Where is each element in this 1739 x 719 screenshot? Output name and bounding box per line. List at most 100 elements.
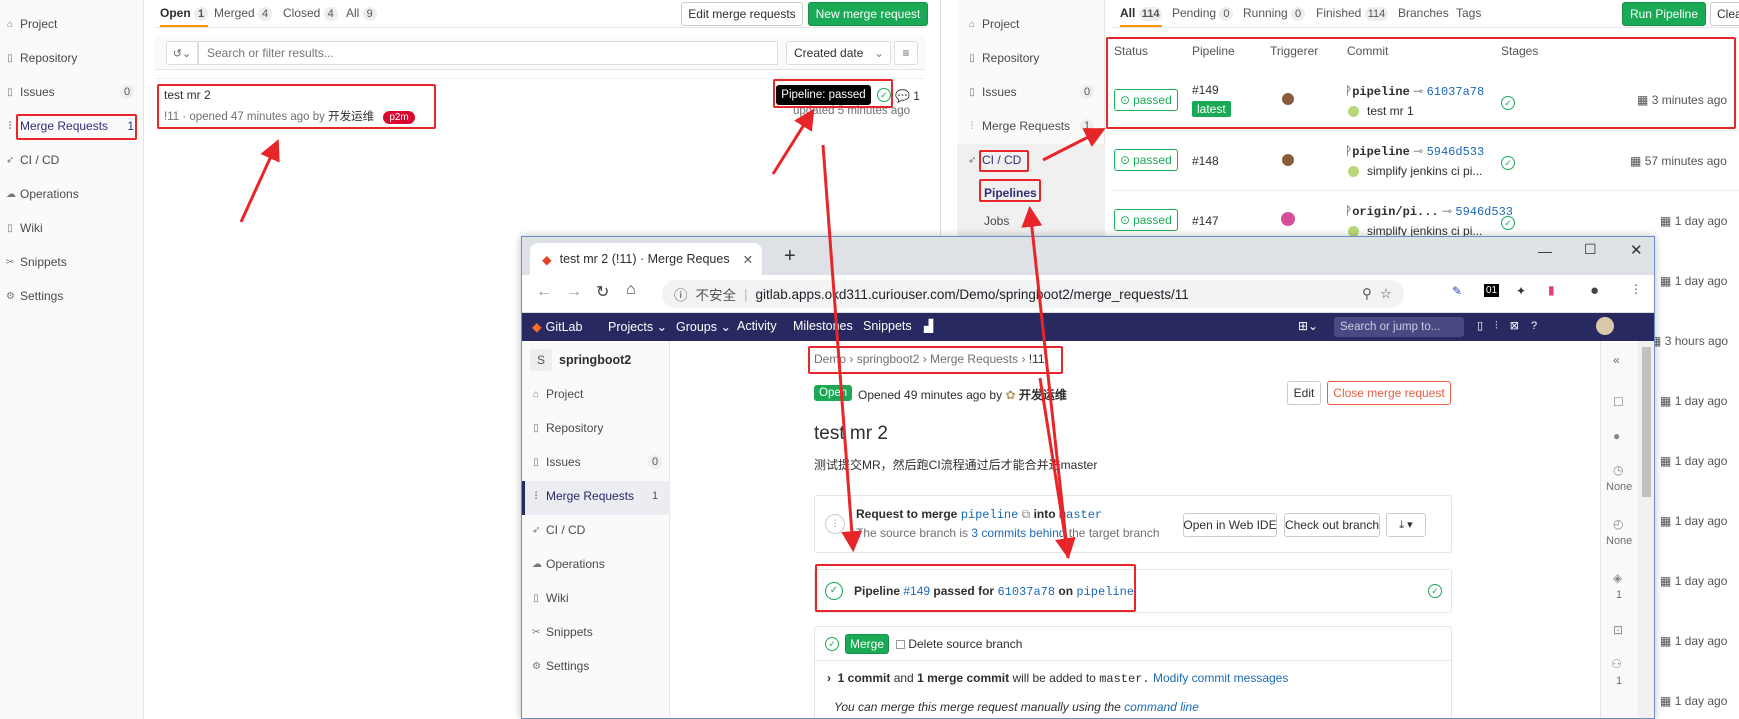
home-icon[interactable]: ⌂ [626,281,636,299]
tab-finished[interactable]: Finished 114 [1316,6,1389,21]
pipeline-id[interactable]: #147 [1192,214,1219,228]
browser-sidebar-item-merge-requests[interactable]: ⫶ Merge Requests 1 [532,489,662,503]
label-badge[interactable]: p2m [383,111,415,124]
status-badge[interactable]: ⊙ passed [1114,209,1178,231]
pipeline-status-icon[interactable]: ✓ [825,582,843,600]
status-badge[interactable]: ⊙ passed [1114,149,1178,171]
commit-ref[interactable]: ᚹpipeline ⊸ 5946d533 [1345,144,1484,159]
left-sidebar-item-project[interactable]: ⌂ Project [6,17,57,31]
left-sidebar-item-operations[interactable]: ☁ Operations [6,187,79,201]
left-sidebar-item-merge-requests[interactable]: ⫶ Merge Requests 1 [6,119,134,133]
left-sidebar-item-wiki[interactable]: ▯ Wiki [6,221,42,235]
sort-direction-button[interactable]: ≡ [894,41,918,65]
zoom-icon[interactable]: ⚲ [1362,286,1372,302]
edit-button[interactable]: Edit [1287,381,1321,405]
close-merge-request-button[interactable]: Close merge request [1327,381,1451,405]
left-sidebar-item-issues[interactable]: ▯ Issues 0 [6,85,134,99]
mr-title[interactable]: test mr 2 [164,88,211,102]
tab-merged[interactable]: Merged 4 [214,6,273,21]
search-box[interactable]: Search or jump to... [1334,317,1464,337]
new-tab-button[interactable]: + [784,245,796,268]
tab-all-pipelines[interactable]: All 114 [1120,6,1163,27]
address-bar[interactable]: ⓘ 不安全 | gitlab.apps.okd311.curiouser.com… [662,280,1404,308]
assignee-icon[interactable]: ● [1613,429,1620,443]
extension-pen-icon[interactable]: ✎ [1452,284,1462,298]
back-icon[interactable]: ← [536,283,552,301]
download-dropdown[interactable]: ⤓ ▾ [1386,513,1426,537]
lock-icon[interactable]: ⊡ [1613,623,1623,637]
run-pipeline-button[interactable]: Run Pipeline [1622,2,1706,26]
reload-icon[interactable]: ↻ [596,282,609,302]
label-icon[interactable]: ◈ [1613,571,1622,585]
tab-pending[interactable]: Pending 0 [1172,6,1234,21]
todo-icon[interactable]: ☐ [1613,395,1624,409]
extension-01-icon[interactable]: 01 [1484,284,1500,297]
nav-icons[interactable]: ▯⫶⊠? [1477,319,1549,333]
open-web-ide-button[interactable]: Open in Web IDE [1183,513,1277,537]
stage-check-icon[interactable]: ✓ [1428,584,1442,598]
tab-open[interactable]: Open 1 [160,6,209,27]
left-sidebar-item-cicd[interactable]: ➶ CI / CD [6,153,59,167]
nav-groups[interactable]: Groups ⌄ [676,319,731,334]
forward-icon[interactable]: → [566,283,582,301]
new-merge-request-button[interactable]: New merge request [808,2,928,26]
plus-icon[interactable]: ⊞⌄ [1298,319,1318,333]
sort-dropdown[interactable]: Created date ⌄ [786,41,891,65]
menu-icon[interactable]: ⋮ [1630,282,1642,296]
breadcrumb-mrs[interactable]: Merge Requests [930,352,1018,366]
gitlab-logo[interactable]: ◆ GitLab [532,319,582,335]
browser-sidebar-item-cicd[interactable]: ➶ CI / CD [532,523,585,537]
milestone-icon[interactable]: ◷ [1613,463,1623,477]
left-sidebar-item-settings[interactable]: ⚙ Settings [6,289,63,303]
pipeline-id[interactable]: #148 [1192,154,1219,168]
tab-branches[interactable]: Branches [1398,6,1449,20]
browser-tab[interactable]: ◆ test mr 2 (!11) · Merge Reques ✕ [530,243,762,275]
commit-message[interactable]: test mr 1 [1348,104,1414,118]
extension-translate-icon[interactable]: ✦ [1516,284,1526,298]
nav-snippets[interactable]: Snippets [863,319,912,333]
browser-sidebar-item-issues[interactable]: ▯ Issues 0 [532,455,662,469]
window-close-icon[interactable]: ✕ [1630,241,1643,259]
pipeline-status-icon[interactable]: ✓ [877,88,891,102]
chevron-right-icon[interactable]: › [827,671,831,685]
chart-icon[interactable]: ▟ [924,319,933,333]
nav-activity[interactable]: Activity [737,319,777,333]
browser-sidebar-item-settings[interactable]: ⚙ Settings [532,659,589,673]
delete-source-branch-checkbox[interactable]: Delete source branch [896,637,1022,651]
browser-sidebar-item-wiki[interactable]: ▯ Wiki [532,591,568,605]
filter-input[interactable] [198,41,778,65]
right-sidebar-item-project[interactable]: ⌂ Project [968,17,1019,31]
right-sidebar-item-jobs[interactable]: Jobs [984,214,1009,228]
recent-searches-button[interactable]: ↺⌄ [166,41,198,65]
minimize-icon[interactable]: — [1538,243,1552,259]
right-sidebar-item-pipelines[interactable]: Pipelines [984,186,1037,200]
nav-milestones[interactable]: Milestones [793,319,853,333]
stage-check-icon[interactable]: ✓ [1501,156,1515,170]
left-sidebar-item-repository[interactable]: ▯ Repository [6,51,77,65]
right-sidebar-item-merge-requests[interactable]: ⫶ Merge Requests 1 [968,119,1094,133]
breadcrumb-project[interactable]: springboot2 [857,352,920,366]
right-sidebar-item-repository[interactable]: ▯ Repository [968,51,1039,65]
star-icon[interactable]: ☆ [1380,286,1392,302]
tab-all[interactable]: All 9 [346,6,377,21]
breadcrumb-mr[interactable]: !11 [1029,352,1045,366]
participants-icon[interactable]: ⚇ [1611,657,1622,671]
browser-sidebar-item-operations[interactable]: ☁ Operations [532,557,605,571]
right-sidebar-item-issues[interactable]: ▯ Issues 0 [968,85,1094,99]
time-icon[interactable]: ◴ [1613,517,1623,531]
comment-count[interactable]: 💬 1 [895,89,920,103]
extension-pink-icon[interactable]: ▮ [1548,283,1555,297]
browser-sidebar-item-snippets[interactable]: ✂ Snippets [532,625,593,639]
stage-check-icon[interactable]: ✓ [1501,96,1515,110]
close-icon[interactable]: ✕ [743,252,753,267]
project-name[interactable]: springboot2 [559,353,631,367]
commit-message[interactable]: simplify jenkins ci pi... [1348,164,1482,178]
maximize-icon[interactable]: ☐ [1584,241,1597,258]
pipeline-id[interactable]: #149 [1192,83,1219,97]
browser-sidebar-item-repository[interactable]: ▯ Repository [532,421,603,435]
user-avatar[interactable] [1596,317,1614,335]
merge-button[interactable]: Merge [845,634,889,654]
nav-projects[interactable]: Projects ⌄ [608,319,667,334]
tab-closed[interactable]: Closed 4 [283,6,338,21]
commit-ref[interactable]: ᚹorigin/pi... ⊸ 5946d533 [1345,204,1513,219]
